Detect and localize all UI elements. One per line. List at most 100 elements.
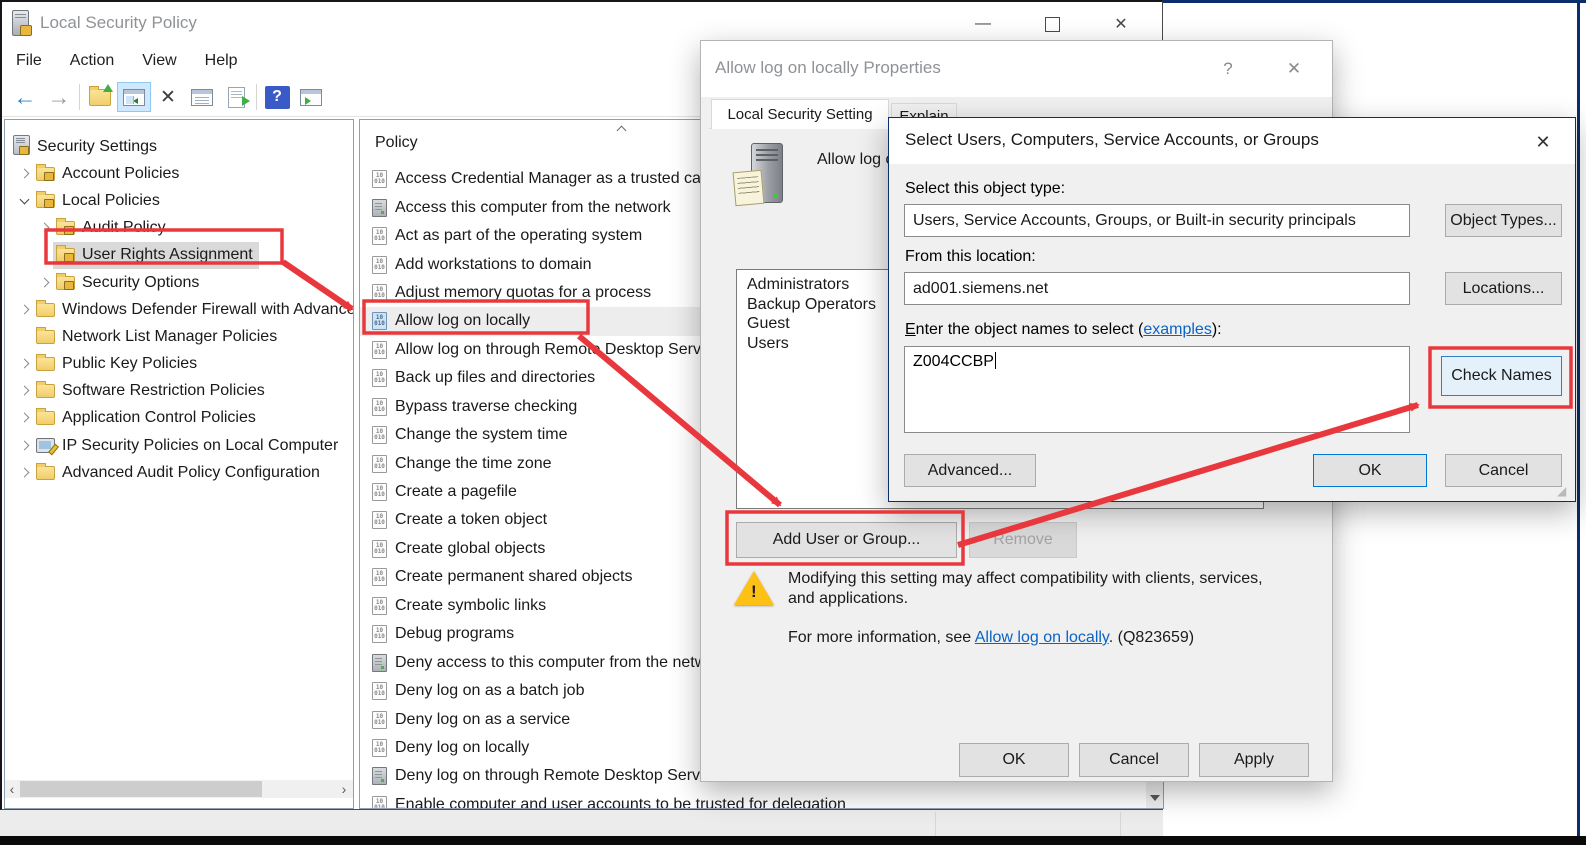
allow-log-on-locally-link[interactable]: Allow log on locally	[975, 629, 1109, 646]
scroll-left-icon[interactable]: ‹	[5, 780, 19, 798]
forward-button[interactable]: →	[42, 82, 76, 112]
menu-help[interactable]: Help	[191, 48, 252, 74]
chevron-right-icon[interactable]	[17, 166, 33, 182]
folder-lock-icon	[56, 248, 75, 262]
chevron-right-icon[interactable]	[37, 275, 53, 291]
policy-doc-icon: 10010	[372, 455, 387, 473]
window-title: Local Security Policy	[40, 13, 197, 33]
delete-icon: ✕	[160, 86, 176, 109]
policy-item[interactable]: 10010Enable computer and user accounts t…	[360, 791, 1163, 809]
chevron-right-icon[interactable]	[17, 465, 33, 481]
ok-button[interactable]: OK	[959, 743, 1069, 777]
chevron-right-icon[interactable]	[17, 438, 33, 454]
dialog-help-button[interactable]: ?	[1211, 55, 1245, 83]
properties-icon	[191, 89, 213, 106]
chevron-right-icon[interactable]	[37, 220, 53, 236]
remove-button: Remove	[969, 522, 1077, 558]
ok-button[interactable]: OK	[1313, 454, 1427, 487]
horizontal-scrollbar[interactable]: ‹ ›	[5, 780, 353, 798]
tree-item-ip-security-policies[interactable]: IP Security Policies on Local Computer	[5, 432, 353, 459]
tree-item-local-policies[interactable]: Local Policies	[5, 187, 353, 214]
tree-item-security-options[interactable]: Security Options	[5, 269, 353, 296]
chevron-right-icon[interactable]	[17, 302, 33, 318]
policy-doc-icon: 10010	[372, 483, 387, 501]
dialog-title-bar[interactable]: Select Users, Computers, Service Account…	[889, 118, 1575, 164]
policy-doc-icon: 10010	[372, 739, 387, 757]
tree-item-user-rights-assignment[interactable]: User Rights Assignment	[5, 242, 353, 269]
background-window-border	[1577, 0, 1580, 836]
chevron-right-icon[interactable]	[17, 383, 33, 399]
folder-icon	[36, 330, 55, 344]
resize-grip-icon[interactable]: ◢	[1557, 484, 1566, 498]
tree-item-security-settings[interactable]: Security Settings	[5, 133, 353, 160]
status-bar	[0, 810, 1163, 836]
menu-file[interactable]: File	[12, 48, 56, 74]
apply-button[interactable]: Apply	[1199, 743, 1309, 777]
export-list-icon	[228, 87, 245, 108]
tree-item-public-key-policies[interactable]: Public Key Policies	[5, 351, 353, 378]
location-label: From this location:	[905, 248, 1036, 266]
tree-item-account-policies[interactable]: Account Policies	[5, 160, 353, 187]
menu-action[interactable]: Action	[56, 48, 128, 74]
tree-item-network-list-manager[interactable]: Network List Manager Policies	[5, 323, 353, 350]
maximize-button[interactable]	[1033, 12, 1071, 36]
add-user-or-group-button[interactable]: Add User or Group...	[736, 522, 957, 558]
console-tree-panel: Security Settings Account Policies Local…	[4, 119, 354, 809]
folder-icon	[36, 357, 55, 371]
policy-doc-icon: 10010	[372, 227, 387, 245]
export-list-button[interactable]	[219, 82, 253, 112]
help-button[interactable]: ?	[260, 82, 294, 112]
advanced-button[interactable]: Advanced...	[904, 454, 1036, 487]
sort-ascending-icon	[618, 125, 626, 133]
chevron-right-icon[interactable]	[17, 410, 33, 426]
examples-link[interactable]: examples	[1143, 321, 1211, 338]
object-types-button[interactable]: Object Types...	[1445, 204, 1562, 237]
dialog-close-button[interactable]: ✕	[1277, 55, 1311, 83]
new-window-button[interactable]	[294, 82, 328, 112]
app-lock-icon	[12, 10, 29, 36]
minimize-button[interactable]: —	[964, 12, 1002, 36]
folder-lock-icon	[56, 221, 75, 235]
folder-icon	[36, 411, 55, 425]
chevron-none	[17, 329, 33, 345]
tree-item-application-control[interactable]: Application Control Policies	[5, 405, 353, 432]
dialog-close-button[interactable]: ✕	[1523, 127, 1563, 157]
tree-item-advanced-audit-policy[interactable]: Advanced Audit Policy Configuration	[5, 459, 353, 486]
object-type-field[interactable]: Users, Service Accounts, Groups, or Buil…	[904, 204, 1410, 237]
cancel-button[interactable]: Cancel	[1079, 743, 1189, 777]
tree-item-windows-defender-firewall[interactable]: Windows Defender Firewall with Advanced …	[5, 296, 353, 323]
properties-button[interactable]	[185, 82, 219, 112]
dialog-title-bar[interactable]: Allow log on locally Properties ? ✕	[701, 41, 1332, 97]
tab-local-security-setting[interactable]: Local Security Setting	[711, 99, 889, 129]
warning-icon: !	[734, 569, 778, 609]
policy-doc-icon: 10010	[372, 597, 387, 615]
folder-icon	[36, 466, 55, 480]
folder-lock-icon	[36, 167, 55, 181]
policy-doc-icon: 10010	[372, 796, 387, 809]
cancel-button[interactable]: Cancel	[1445, 454, 1562, 487]
tree-item-audit-policy[interactable]: Audit Policy	[5, 215, 353, 242]
chevron-down-icon[interactable]	[17, 193, 33, 209]
location-field[interactable]: ad001.siemens.net	[904, 272, 1410, 305]
export-folder-button[interactable]	[83, 82, 117, 112]
show-console-tree-icon	[123, 89, 145, 106]
back-button[interactable]: ←	[8, 82, 42, 112]
policy-doc-icon: 10010	[372, 540, 387, 558]
tree-item-software-restriction[interactable]: Software Restriction Policies	[5, 378, 353, 405]
menu-view[interactable]: View	[128, 48, 190, 74]
title-bar[interactable]: Local Security Policy — ✕	[2, 2, 1162, 44]
show-console-tree-button[interactable]	[117, 82, 151, 112]
close-button[interactable]: ✕	[1102, 12, 1140, 36]
screen: Local Security Policy — ✕ File Action Vi…	[0, 0, 1586, 845]
check-names-button[interactable]: Check Names	[1441, 356, 1562, 396]
locations-button[interactable]: Locations...	[1445, 272, 1562, 305]
screen-edge	[0, 836, 1586, 845]
object-names-input[interactable]: Z004CCBP	[904, 346, 1410, 433]
policy-doc-icon: 10010	[372, 256, 387, 274]
text-caret	[995, 352, 996, 369]
scroll-right-icon[interactable]: ›	[337, 780, 351, 798]
scrollbar-thumb[interactable]	[20, 781, 262, 797]
chevron-right-icon[interactable]	[17, 356, 33, 372]
security-settings-icon	[13, 135, 30, 155]
delete-button[interactable]: ✕	[151, 82, 185, 112]
